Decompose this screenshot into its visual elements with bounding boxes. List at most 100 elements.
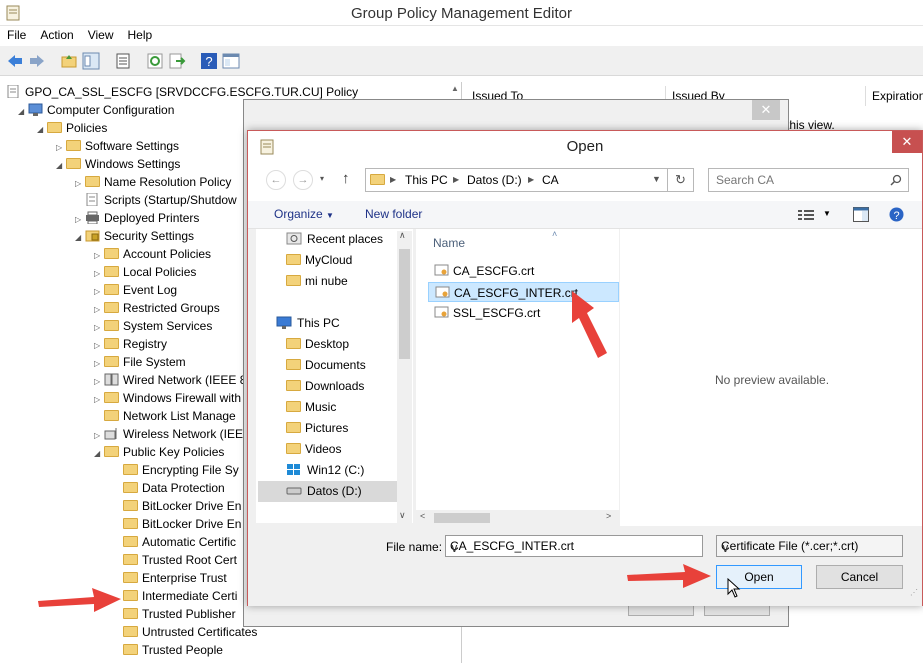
tree-item-local-policies[interactable]: ▷ Local Policies xyxy=(94,263,196,281)
tree-item-windows-firewall[interactable]: ▷ Windows Firewall with xyxy=(94,389,241,407)
column-name[interactable]: Name xyxy=(433,236,465,250)
tree-item-wireless-network[interactable]: ▷ Wireless Network (IEE xyxy=(94,425,243,443)
new-folder-button[interactable]: New folder xyxy=(365,207,422,221)
menu-view[interactable]: View xyxy=(81,26,121,44)
nav-item-videos[interactable]: Videos xyxy=(286,439,341,460)
help-icon[interactable]: ? xyxy=(200,52,218,70)
tree-item-automatic-certificate[interactable]: Automatic Certific xyxy=(123,533,236,551)
tree-item-registry[interactable]: ▷ Registry xyxy=(94,335,167,353)
address-bar[interactable]: ▶ This PC ▶ Datos (D:) ▶ CA ▼ xyxy=(365,168,668,192)
search-input[interactable]: Search CA xyxy=(708,168,909,192)
view-dropdown-icon[interactable]: ▼ xyxy=(823,209,831,218)
tree-item-software-settings[interactable]: ▷ Software Settings xyxy=(56,137,179,155)
nav-item-pictures[interactable]: Pictures xyxy=(286,418,348,439)
tree-item-encrypting-file-system[interactable]: Encrypting File Sy xyxy=(123,461,239,479)
expand-triangle-icon[interactable]: ▷ xyxy=(94,391,104,409)
tree-item-bitlocker-1[interactable]: BitLocker Drive En xyxy=(123,497,241,515)
help-icon[interactable]: ? xyxy=(889,207,904,222)
collapse-triangle-icon[interactable]: ◢ xyxy=(37,121,47,139)
refresh-icon[interactable] xyxy=(146,52,164,70)
tree-item-policies[interactable]: ◢ Policies xyxy=(37,119,107,137)
recent-locations-chevron-icon[interactable]: ▾ xyxy=(320,174,324,183)
nav-item-documents[interactable]: Documents xyxy=(286,355,366,376)
tree-item-restricted-groups[interactable]: ▷ Restricted Groups xyxy=(94,299,220,317)
refresh-icon[interactable]: ↻ xyxy=(668,168,694,192)
file-name-dropdown-icon[interactable]: ∨ xyxy=(450,541,697,555)
forward-arrow-icon[interactable] xyxy=(28,52,46,70)
nav-item-downloads[interactable]: Downloads xyxy=(286,376,364,397)
collapse-triangle-icon[interactable]: ◢ xyxy=(75,229,85,247)
tree-item-trusted-people[interactable]: Trusted People xyxy=(123,641,223,659)
tree-item-account-policies[interactable]: ▷ Account Policies xyxy=(94,245,211,263)
navigation-scrollbar[interactable]: ∧ ∨ xyxy=(397,230,412,523)
expand-triangle-icon[interactable]: ▷ xyxy=(75,175,85,193)
tree-item-intermediate-certificates[interactable]: Intermediate Certi xyxy=(123,587,237,605)
nav-item-mi-nube[interactable]: mi nube xyxy=(286,271,348,292)
tree-item-untrusted-certificates[interactable]: Untrusted Certificates xyxy=(123,623,257,641)
view-options-icon[interactable] xyxy=(798,209,814,221)
nav-item-win12-c[interactable]: Win12 (C:) xyxy=(286,460,364,481)
breadcrumb-datos[interactable]: Datos (D:) xyxy=(467,173,522,187)
tree-item-bitlocker-2[interactable]: BitLocker Drive En xyxy=(123,515,241,533)
collapse-triangle-icon[interactable]: ◢ xyxy=(94,445,104,463)
nav-item-music[interactable]: Music xyxy=(286,397,336,418)
up-folder-icon[interactable] xyxy=(60,52,78,70)
scroll-thumb[interactable] xyxy=(434,513,490,523)
nav-item-this-pc[interactable]: This PC xyxy=(276,313,340,334)
collapse-triangle-icon[interactable]: ◢ xyxy=(56,157,66,175)
collapse-triangle-icon[interactable]: ◢ xyxy=(18,103,28,121)
file-type-dropdown-icon[interactable]: ∨ xyxy=(721,541,897,555)
tree-item-name-resolution-policy[interactable]: ▷ Name Resolution Policy xyxy=(75,173,231,191)
scroll-right-icon[interactable]: > xyxy=(606,511,611,521)
clipboard-icon[interactable] xyxy=(114,52,132,70)
cancel-button[interactable]: Cancel xyxy=(816,565,903,589)
resize-grip-icon[interactable]: ⋰ xyxy=(910,588,920,598)
up-level-icon[interactable]: ↑ xyxy=(342,170,350,187)
tree-item-windows-settings[interactable]: ◢ Windows Settings xyxy=(56,155,180,173)
back-icon[interactable]: ← xyxy=(266,170,286,190)
column-expiration[interactable]: Expiration xyxy=(866,86,923,106)
properties-view-icon[interactable] xyxy=(222,52,240,70)
tree-item-network-list-manager[interactable]: Network List Manage xyxy=(104,407,236,425)
nav-item-recent-places[interactable]: Recent places xyxy=(286,229,383,250)
tree-item-security-settings[interactable]: ◢ Security Settings xyxy=(75,227,194,245)
tree-item-wired-network[interactable]: ▷ Wired Network (IEEE 8 xyxy=(94,371,246,389)
scroll-thumb[interactable] xyxy=(399,249,410,359)
file-name-field[interactable]: CA_ESCFG_INTER.crt ∨ xyxy=(445,535,703,557)
file-list-hscrollbar[interactable]: < > xyxy=(416,510,619,526)
file-type-select[interactable]: Certificate File (*.cer;*.crt) ∨ xyxy=(716,535,903,557)
forward-icon[interactable]: → xyxy=(293,170,313,190)
address-dropdown-icon[interactable]: ▼ xyxy=(652,174,661,184)
tree-item-data-protection[interactable]: Data Protection xyxy=(123,479,225,497)
tree-item-trusted-root[interactable]: Trusted Root Cert xyxy=(123,551,237,569)
nav-item-mycloud[interactable]: MyCloud xyxy=(286,250,352,271)
organize-button[interactable]: Organize ▼ xyxy=(274,207,334,221)
tree-item-system-services[interactable]: ▷ System Services xyxy=(94,317,212,335)
show-hide-tree-icon[interactable] xyxy=(82,52,100,70)
breadcrumb-this-pc[interactable]: This PC xyxy=(405,173,448,187)
export-list-icon[interactable] xyxy=(168,52,186,70)
menu-action[interactable]: Action xyxy=(33,26,80,44)
tree-item-public-key-policies[interactable]: ◢ Public Key Policies xyxy=(94,443,224,461)
close-icon[interactable]: ✕ xyxy=(892,131,922,153)
background-dialog-close-icon[interactable]: ✕ xyxy=(752,100,780,120)
tree-item-enterprise-trust[interactable]: Enterprise Trust xyxy=(123,569,227,587)
menu-file[interactable]: File xyxy=(0,26,33,44)
file-item[interactable]: CA_ESCFG.crt xyxy=(432,261,534,281)
tree-item-deployed-printers[interactable]: ▷ Deployed Printers xyxy=(75,209,199,227)
menu-help[interactable]: Help xyxy=(121,26,160,44)
scroll-up-icon[interactable]: ∧ xyxy=(399,230,406,241)
tree-scroll-up-icon[interactable]: ▲ xyxy=(449,84,461,98)
tree-item-file-system[interactable]: ▷ File System xyxy=(94,353,186,371)
tree-item-trusted-publishers[interactable]: Trusted Publisher xyxy=(123,605,236,623)
scroll-left-icon[interactable]: < xyxy=(420,511,425,521)
file-item[interactable]: SSL_ESCFG.crt xyxy=(432,303,540,323)
breadcrumb-ca[interactable]: CA xyxy=(542,173,559,187)
tree-item-computer-configuration[interactable]: ◢ Computer Configuration xyxy=(18,101,174,119)
back-arrow-icon[interactable] xyxy=(6,52,24,70)
nav-item-desktop[interactable]: Desktop xyxy=(286,334,349,355)
tree-item-event-log[interactable]: ▷ Event Log xyxy=(94,281,177,299)
scroll-down-icon[interactable]: ∨ xyxy=(399,510,406,521)
tree-item-scripts[interactable]: Scripts (Startup/Shutdow xyxy=(85,191,237,209)
nav-item-datos-d[interactable]: Datos (D:) xyxy=(258,481,403,502)
